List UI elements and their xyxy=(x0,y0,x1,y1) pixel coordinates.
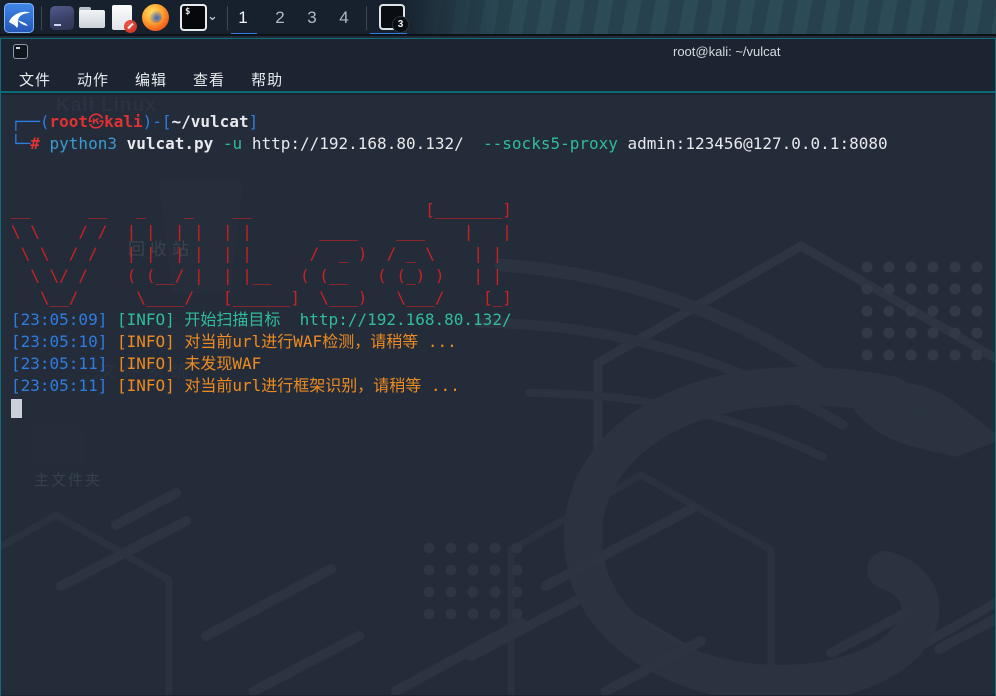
firefox-icon[interactable] xyxy=(142,4,169,31)
menu-help[interactable]: 帮助 xyxy=(251,69,283,90)
taskbar: $ ⌄ 1 2 3 4 3 xyxy=(0,0,996,36)
workspace-2[interactable]: 2 xyxy=(268,4,292,32)
menu-edit[interactable]: 编辑 xyxy=(135,69,167,90)
kali-dragon-icon xyxy=(9,11,30,28)
panel-separator xyxy=(41,6,42,30)
log-line: [23:05:09] [INFO] 开始扫描目标 http://192.168.… xyxy=(11,310,512,329)
workspace-3[interactable]: 3 xyxy=(300,4,324,32)
window-app-icon[interactable] xyxy=(50,6,74,30)
workspace-4[interactable]: 4 xyxy=(332,4,356,32)
prompt-line-2: └─# python3 vulcat.py -u http://192.168.… xyxy=(11,134,888,153)
menu-file[interactable]: 文件 xyxy=(19,69,51,90)
chevron-down-icon[interactable]: ⌄ xyxy=(207,8,221,26)
menu-bar: 文件 动作 编辑 查看 帮助 xyxy=(1,65,995,93)
open-terminal-taskbar-icon[interactable]: 3 xyxy=(379,4,409,33)
prompt-line-1: ┌──(root㉿kali)-[~/vulcat] xyxy=(11,112,259,131)
vulcat-ascii-banner: __ __ _ _ __ [_______] \ \ / / | | | | | … xyxy=(11,200,512,307)
title-bar[interactable]: root@kali: ~/vulcat xyxy=(1,39,995,65)
terminal-launcher-icon[interactable]: $ xyxy=(180,4,207,31)
terminal-viewport[interactable]: Kali Linux 回收站 文件系统 主文件夹 ┌──(root㉿kali)-… xyxy=(1,95,995,695)
terminal-text: ┌──(root㉿kali)-[~/vulcat] └─# python3 vu… xyxy=(1,95,995,695)
panel-separator xyxy=(366,6,367,30)
terminal-window-icon xyxy=(13,44,28,59)
wallpaper-stripes xyxy=(400,0,996,36)
file-manager-icon[interactable] xyxy=(79,7,105,28)
text-cursor xyxy=(11,399,22,418)
window-title: root@kali: ~/vulcat xyxy=(673,44,781,59)
editor-badge-icon xyxy=(124,20,137,33)
panel-separator xyxy=(227,6,228,30)
qterminal-window: root@kali: ~/vulcat 文件 动作 编辑 查看 帮助 Kali … xyxy=(0,38,996,696)
menu-actions[interactable]: 动作 xyxy=(77,69,109,90)
kali-menu-button[interactable] xyxy=(4,3,34,33)
menu-view[interactable]: 查看 xyxy=(193,69,225,90)
log-line: [23:05:11] [INFO] 对当前url进行框架识别，请稍等 ... xyxy=(11,376,460,395)
desktop: $ ⌄ 1 2 3 4 3 root@kali: ~/vulcat 文件 动作 … xyxy=(0,0,996,696)
cursor-line xyxy=(11,397,995,419)
workspace-1[interactable]: 1 xyxy=(231,4,255,32)
log-line: [23:05:11] [INFO] 未发现WAF xyxy=(11,354,262,373)
window-count-badge: 3 xyxy=(392,16,409,33)
panel-bottom-edge xyxy=(0,34,996,36)
log-line: [23:05:10] [INFO] 对当前url进行WAF检测，请稍等 ... xyxy=(11,332,457,351)
text-editor-icon[interactable] xyxy=(112,5,137,33)
